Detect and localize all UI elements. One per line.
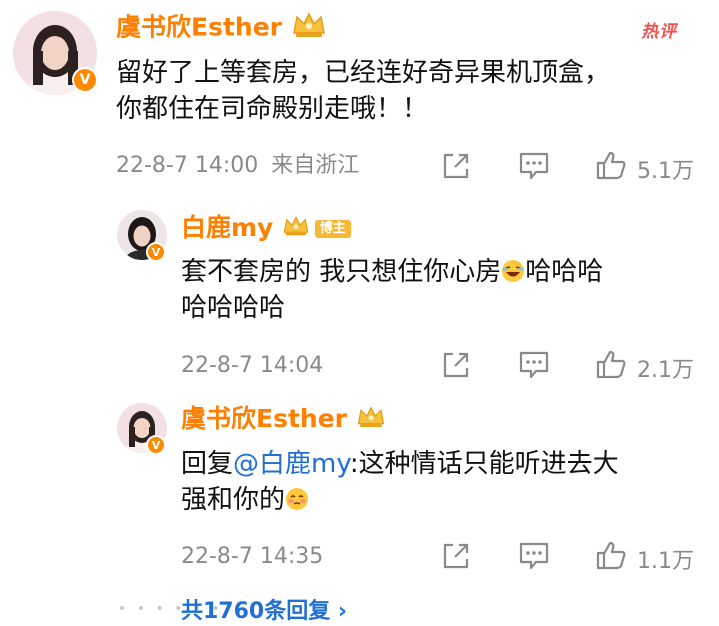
share-icon[interactable]	[441, 151, 471, 185]
comment-author-name[interactable]: 虞书欣Esther	[116, 11, 327, 46]
comment-timestamp: 22-8-7 14:35	[181, 544, 324, 569]
comment-timestamp: 22-8-7 14:00	[116, 153, 259, 178]
crown-badge-icon	[356, 405, 386, 436]
shy-emoji-icon	[285, 485, 309, 510]
share-icon[interactable]	[441, 541, 471, 575]
like-count: 1.1万	[637, 549, 694, 574]
author-badge: 博主	[314, 220, 351, 238]
like-count: 5.1万	[637, 159, 694, 184]
comment-icon[interactable]	[518, 541, 550, 575]
comment-icon[interactable]	[518, 350, 550, 384]
thumbs-up-icon[interactable]	[595, 539, 627, 575]
share-icon[interactable]	[441, 350, 471, 384]
comment-timestamp: 22-8-7 14:04	[181, 353, 324, 378]
comment-location: 来自浙江	[271, 153, 360, 178]
comment-author-name[interactable]: 虞书欣Esther	[181, 404, 386, 436]
thumbs-up-icon[interactable]	[595, 149, 627, 185]
comment-author-name[interactable]: 白鹿my 博主	[181, 213, 351, 245]
comment-text: 套不套房的 我只想住你心房 哈哈哈 哈哈哈哈	[181, 257, 604, 323]
comment-meta: 22-8-7 14:00 来自浙江	[116, 152, 359, 180]
hot-comment-label: 热评	[640, 22, 681, 42]
comment-text: 回复@白鹿my:这种情话只能听进去大 强和你的	[181, 449, 619, 515]
thumbs-up-icon[interactable]	[595, 348, 627, 384]
verified-badge-icon: V	[72, 67, 98, 93]
view-all-replies-link[interactable]: 共1760条回复 ›	[181, 593, 347, 625]
mention-link[interactable]: @白鹿my	[233, 449, 350, 479]
crown-badge-icon	[291, 11, 327, 46]
verified-badge-icon: V	[146, 242, 166, 262]
crown-badge-icon	[282, 214, 310, 245]
verified-badge-icon: V	[146, 435, 166, 455]
comment-text: 留好了上等套房，已经连好奇异果机顶盒， 你都住在司命殿别走哦！！	[116, 58, 611, 124]
comment-icon[interactable]	[518, 151, 550, 185]
laughing-emoji-icon	[501, 257, 525, 282]
like-count: 2.1万	[637, 358, 694, 383]
